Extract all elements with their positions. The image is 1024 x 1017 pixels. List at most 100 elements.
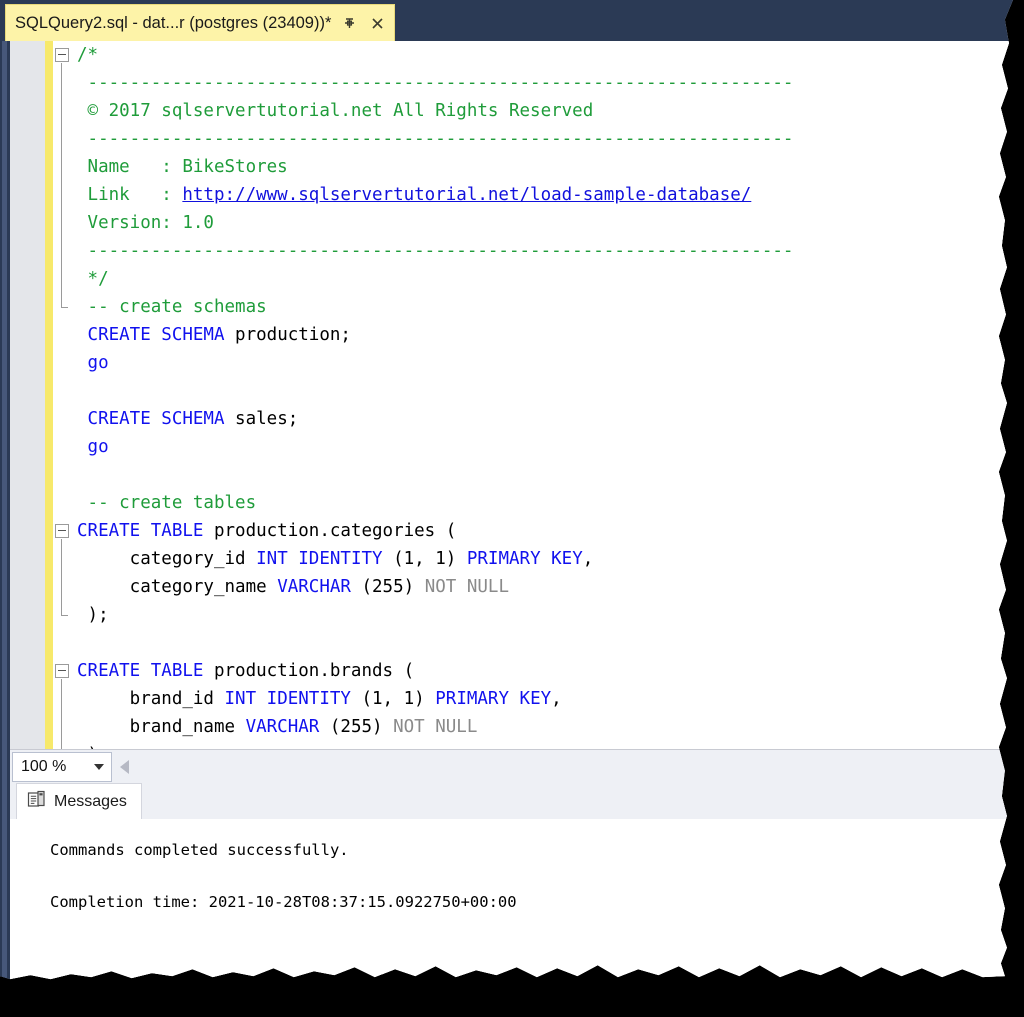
code-token: brand_name (77, 717, 246, 737)
code-line: CREATE TABLE production.categories ( (53, 517, 1013, 545)
code-line: ----------------------------------------… (53, 69, 1013, 97)
code-token: PRIMARY KEY (467, 549, 583, 569)
code-token: (255) (330, 717, 393, 737)
code-token: CREATE SCHEMA (77, 325, 235, 345)
window-left-rail-accent (2, 41, 7, 983)
editor-change-indicator-bar (45, 41, 53, 749)
document-tabstrip: SQLQuery2.sql - dat...r (postgres (23409… (0, 0, 1013, 41)
code-line: Link : http://www.sqlservertutorial.net/… (53, 181, 1013, 209)
code-token: ----------------------------------------… (77, 73, 793, 93)
fold-guide-line (61, 63, 62, 307)
zoom-level-dropdown[interactable]: 100 % (12, 752, 112, 782)
code-line: ----------------------------------------… (53, 237, 1013, 265)
code-token: Version: 1.0 (77, 213, 214, 233)
code-line: ); (53, 601, 1013, 629)
code-token: /* (77, 45, 98, 65)
tab-messages[interactable]: Messages (16, 783, 142, 819)
editor-code-area[interactable]: /* -------------------------------------… (53, 41, 1013, 749)
code-line: Name : BikeStores (53, 153, 1013, 181)
code-line: brand_name VARCHAR (255) NOT NULL (53, 713, 1013, 741)
code-token: */ (77, 269, 109, 289)
tab-messages-label: Messages (54, 793, 127, 811)
code-line: ----------------------------------------… (53, 125, 1013, 153)
code-token: NOT NULL (425, 577, 509, 597)
code-line: /* (53, 41, 1013, 69)
code-line: CREATE TABLE production.brands ( (53, 657, 1013, 685)
code-token: INT IDENTITY (256, 549, 393, 569)
code-token: ----------------------------------------… (77, 129, 793, 149)
code-token: brand_id (77, 689, 225, 709)
code-line: -- create tables (53, 489, 1013, 517)
code-line (53, 377, 1013, 405)
message-line: Commands completed successfully. (50, 835, 1013, 865)
ssms-window: SQLQuery2.sql - dat...r (postgres (23409… (0, 0, 1013, 983)
code-token: VARCHAR (277, 577, 361, 597)
code-line: category_id INT IDENTITY (1, 1) PRIMARY … (53, 545, 1013, 573)
fold-guide-end (61, 615, 68, 616)
code-token: © 2017 sqlservertutorial.net All Rights … (77, 101, 593, 121)
code-line: © 2017 sqlservertutorial.net All Rights … (53, 97, 1013, 125)
code-line: CREATE SCHEMA production; (53, 321, 1013, 349)
code-token: (1, 1) (361, 689, 435, 709)
code-line: Version: 1.0 (53, 209, 1013, 237)
document-tab-title: SQLQuery2.sql - dat...r (postgres (23409… (15, 14, 331, 33)
code-token: CREATE SCHEMA (77, 409, 235, 429)
code-line: go (53, 433, 1013, 461)
sql-editor[interactable]: /* -------------------------------------… (10, 41, 1013, 749)
fold-toggle-collapse[interactable] (55, 524, 69, 538)
code-line: category_name VARCHAR (255) NOT NULL (53, 573, 1013, 601)
message-spacer (50, 865, 1013, 887)
code-token: go (77, 353, 109, 373)
code-token: go (77, 437, 109, 457)
message-line: Completion time: 2021-10-28T08:37:15.092… (50, 887, 1013, 917)
code-hyperlink[interactable]: http://www.sqlservertutorial.net/load-sa… (182, 185, 751, 205)
zoom-level-value: 100 % (21, 758, 66, 776)
code-token: production.brands ( (214, 661, 414, 681)
fold-toggle-collapse[interactable] (55, 48, 69, 62)
code-token: sales; (235, 409, 298, 429)
code-token: (255) (361, 577, 424, 597)
code-token: VARCHAR (246, 717, 330, 737)
code-token: CREATE TABLE (77, 521, 214, 541)
code-line: ); (53, 741, 1013, 749)
document-tab-sqlquery2[interactable]: SQLQuery2.sql - dat...r (postgres (23409… (5, 4, 395, 41)
code-token: production.categories ( (214, 521, 456, 541)
pin-icon[interactable] (340, 14, 359, 33)
code-token: NOT NULL (393, 717, 477, 737)
results-pane: Messages Commands completed successfully… (10, 783, 1013, 983)
messages-icon (27, 790, 46, 814)
scroll-left-arrow-icon[interactable] (120, 760, 129, 774)
code-token: (1, 1) (393, 549, 467, 569)
code-token: -- create tables (77, 493, 256, 513)
fold-guide-line (61, 679, 62, 749)
fold-toggle-collapse[interactable] (55, 664, 69, 678)
fold-guide-end (61, 307, 68, 308)
code-token: Name : BikeStores (77, 157, 288, 177)
editor-status-bar: 100 % (10, 749, 1013, 783)
code-token: , (583, 549, 594, 569)
code-token: CREATE TABLE (77, 661, 214, 681)
code-line (53, 629, 1013, 657)
code-token: ); (77, 605, 109, 625)
results-tabstrip: Messages (10, 783, 1013, 819)
close-icon[interactable] (368, 14, 387, 33)
code-token: Link : (77, 185, 182, 205)
code-token: -- create schemas (77, 297, 267, 317)
editor-gutter (10, 41, 45, 749)
code-token: production; (235, 325, 351, 345)
code-token: category_name (77, 577, 277, 597)
code-token: ----------------------------------------… (77, 241, 793, 261)
code-token: category_id (77, 549, 256, 569)
code-line (53, 461, 1013, 489)
code-line: -- create schemas (53, 293, 1013, 321)
code-token: INT IDENTITY (225, 689, 362, 709)
fold-guide-line (61, 539, 62, 615)
code-line: */ (53, 265, 1013, 293)
code-token: , (551, 689, 562, 709)
code-line: brand_id INT IDENTITY (1, 1) PRIMARY KEY… (53, 685, 1013, 713)
code-token: PRIMARY KEY (435, 689, 551, 709)
messages-output[interactable]: Commands completed successfully. Completi… (10, 819, 1013, 983)
window-left-rail (0, 41, 10, 983)
code-line: go (53, 349, 1013, 377)
code-line: CREATE SCHEMA sales; (53, 405, 1013, 433)
